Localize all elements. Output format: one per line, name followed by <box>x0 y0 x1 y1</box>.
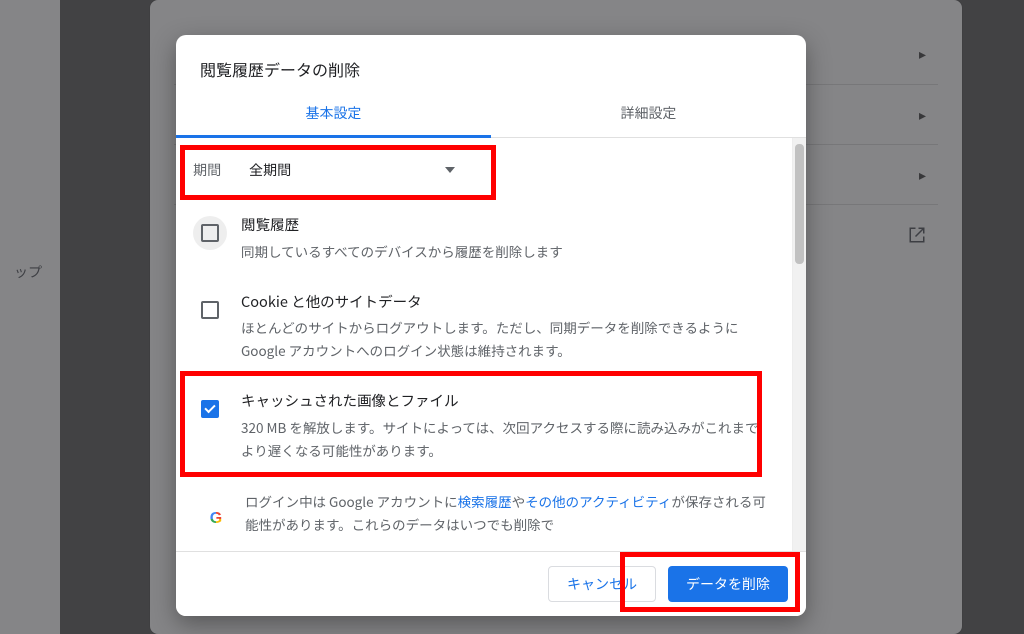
period-select[interactable]: 全期間 <box>237 152 467 188</box>
scrollbar-thumb[interactable] <box>795 144 804 264</box>
account-info-row: G ログイン中は Google アカウントに検索履歴やその他のアクティビティが保… <box>177 478 791 536</box>
check-icon <box>204 402 215 413</box>
link-other-activity[interactable]: その他のアクティビティ <box>525 491 671 511</box>
option-browsing-history: 閲覧履歴 同期しているすべてのデバイスから履歴を削除します <box>177 202 791 279</box>
option-desc: 同期しているすべてのデバイスから履歴を削除します <box>241 240 767 263</box>
option-desc: 320 MB を解放します。サイトによっては、次回アクセスする際に読み込みがこれ… <box>241 416 767 462</box>
google-logo-icon: G <box>205 508 227 530</box>
option-cookies: Cookie と他のサイトデータ ほとんどのサイトからログアウトします。ただし、… <box>177 279 791 379</box>
option-title: 閲覧履歴 <box>241 214 767 236</box>
account-info-text: ログイン中は Google アカウントに検索履歴やその他のアクティビティが保存さ… <box>245 490 767 536</box>
option-title: Cookie と他のサイトデータ <box>241 291 767 313</box>
vertical-scrollbar[interactable] <box>792 138 806 551</box>
option-cache: キャッシュされた画像とファイル 320 MB を解放します。サイトによっては、次… <box>177 378 791 478</box>
cancel-button[interactable]: キャンセル <box>548 566 656 602</box>
checkbox-cache[interactable] <box>193 392 227 426</box>
period-select-value: 全期間 <box>249 160 291 180</box>
period-row: 期間 全期間 <box>177 138 791 202</box>
option-desc: ほとんどのサイトからログアウトします。ただし、同期データを削除できるように Go… <box>241 316 767 362</box>
dialog-scroll-area[interactable]: 期間 全期間 閲覧履歴 同期しているすべてのデバイスから履歴を削除します <box>176 138 792 551</box>
dialog-tabs: 基本設定 詳細設定 <box>176 91 806 138</box>
delete-data-button[interactable]: データを削除 <box>668 566 788 602</box>
tab-basic[interactable]: 基本設定 <box>176 91 491 137</box>
dialog-body: 期間 全期間 閲覧履歴 同期しているすべてのデバイスから履歴を削除します <box>176 138 806 551</box>
link-search-history[interactable]: 検索履歴 <box>458 491 512 511</box>
option-title: キャッシュされた画像とファイル <box>241 390 767 412</box>
period-label: 期間 <box>189 160 221 180</box>
checkbox-cookies[interactable] <box>193 293 227 327</box>
dialog-title: 閲覧履歴データの削除 <box>176 35 806 91</box>
dialog-footer: キャンセル データを削除 <box>176 551 806 616</box>
tab-advanced[interactable]: 詳細設定 <box>491 91 806 137</box>
checkbox-history[interactable] <box>193 216 227 250</box>
clear-browsing-data-dialog: 閲覧履歴データの削除 基本設定 詳細設定 期間 全期間 閲覧履歴 同期しているす… <box>176 35 806 616</box>
chevron-down-icon <box>445 167 455 173</box>
